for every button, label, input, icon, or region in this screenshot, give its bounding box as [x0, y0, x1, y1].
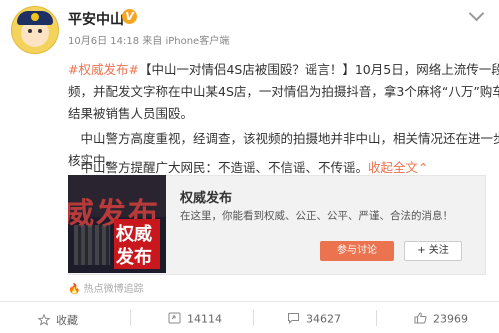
post-text-line-6: 中山警方提醒广大网民：不造谣、不信谣、不传谣。收起全文⌃: [68, 160, 429, 175]
fire-icon: 🔥: [68, 284, 81, 295]
hashtag-link[interactable]: #权威发布#: [68, 62, 139, 77]
thumbs-up-icon: [414, 312, 427, 327]
divider: [253, 310, 254, 326]
topic-card-description: 在这里，你能看到权威、公正、公平、严谨、合法的消息！: [180, 210, 453, 222]
avatar[interactable]: [11, 6, 59, 54]
divider: [0, 301, 499, 302]
follow-button[interactable]: + 关注: [404, 241, 462, 261]
repost-button[interactable]: 14114: [168, 312, 222, 327]
comment-icon: [287, 312, 300, 327]
chevron-down-icon[interactable]: [468, 5, 485, 22]
post-meta: 10月6日 14:18 来自 iPhone客户端: [68, 36, 230, 47]
divider: [376, 310, 377, 326]
verified-badge-icon: V: [122, 9, 137, 24]
topic-card-title[interactable]: 权威发布: [180, 187, 232, 206]
post-text-line-3: 结果被销售人员围殴。: [68, 106, 194, 121]
account-name[interactable]: 平安中山: [68, 9, 124, 29]
repost-icon: [168, 312, 181, 327]
star-icon: [37, 313, 51, 329]
hot-tracking-link[interactable]: 🔥 热点微博追踪: [68, 280, 144, 295]
post-text-line-1: #权威发布#【中山一对情侣4S店被围殴？谣言！】10月5日，网络上流传一段视: [68, 62, 499, 77]
favorite-button[interactable]: 收藏: [37, 312, 78, 329]
caret-up-icon[interactable]: ⌃: [418, 160, 428, 175]
post-text-line-2: 频，并配发文字称在中山某4S店，一对情侣为拍摄抖音，拿3个麻将“八万”购车，: [68, 84, 499, 99]
post-text-line-4: 中山警方高度重视，经调查，该视频的拍摄地并非中山，相关情况还在进一步: [68, 131, 499, 146]
comment-button[interactable]: 34627: [287, 312, 341, 327]
join-discussion-button[interactable]: 参与讨论: [320, 241, 394, 261]
like-button[interactable]: 23969: [414, 312, 468, 327]
topic-card-thumbnail[interactable]: 威发布 权威 发布: [68, 175, 166, 273]
divider: [130, 310, 131, 326]
collapse-text-link[interactable]: 收起全文: [368, 160, 418, 175]
